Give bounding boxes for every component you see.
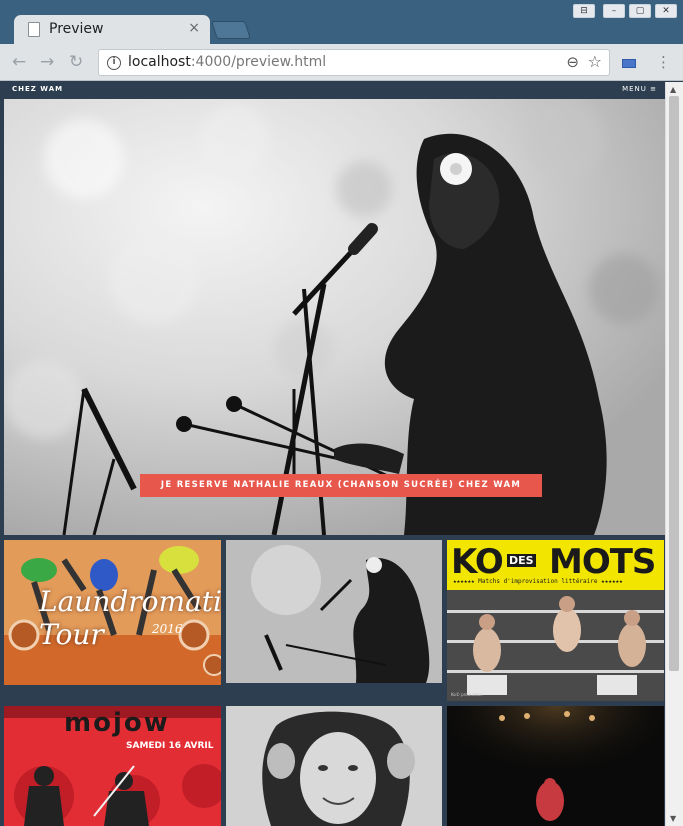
card-stage-image xyxy=(447,706,664,826)
page-scrollbar[interactable]: ▲ ▼ xyxy=(665,82,683,826)
new-tab-button[interactable] xyxy=(211,21,251,39)
card-mojow[interactable]: mojow SAMEDI 16 AVRIL xyxy=(4,706,221,826)
window-minimize-button[interactable]: – xyxy=(603,4,625,18)
window-maximize-button[interactable]: ▢ xyxy=(629,4,651,18)
card-year: 2016 xyxy=(152,622,183,636)
info-icon[interactable]: i xyxy=(107,56,121,70)
ko-logo-des: DES xyxy=(507,554,536,567)
card-nathalie-image xyxy=(226,540,442,683)
hero-photo xyxy=(4,99,665,535)
mojow-date: SAMEDI 16 AVRIL xyxy=(126,741,214,751)
mojow-logo: mojow xyxy=(64,708,170,738)
card-stage[interactable] xyxy=(447,706,664,826)
browser-toolbar: ← → ↻ i localhost:4000/preview.html ⊖ ☆ … xyxy=(0,44,683,81)
card-laundromatic[interactable]: Laundromatic Tour 2016 xyxy=(4,540,221,685)
ko-photo xyxy=(447,590,664,701)
browser-window: ⊟ – ▢ ✕ Preview × ← → ↻ i localhost:4000… xyxy=(0,0,683,826)
page-viewport: CHEZ WAM MENU ≡ JE RESERVE NATHALIE REAU… xyxy=(4,82,665,826)
scrollbar-thumb[interactable] xyxy=(669,96,679,671)
card-title: Laundromatic Tour xyxy=(39,585,221,651)
window-close-button[interactable]: ✕ xyxy=(655,4,677,18)
reserve-button[interactable]: JE RESERVE NATHALIE REAUX (CHANSON SUCRÉ… xyxy=(140,474,542,497)
ko-logo-mots: MOTS xyxy=(549,542,656,582)
window-restore-button[interactable]: ⊟ xyxy=(573,4,595,18)
scroll-up-icon[interactable]: ▲ xyxy=(670,85,676,94)
extension-icon[interactable] xyxy=(622,59,636,68)
scroll-down-icon[interactable]: ▼ xyxy=(670,814,676,823)
forward-button[interactable]: → xyxy=(40,52,54,72)
card-portrait-image xyxy=(226,706,442,826)
card-ko-des-mots[interactable]: KO DES MOTS ★★★★★★ Matchs d'improvisatio… xyxy=(447,540,664,701)
page-icon xyxy=(28,22,40,37)
card-portrait[interactable] xyxy=(226,706,442,826)
ko-logo: KO xyxy=(451,542,504,582)
tab-title: Preview xyxy=(49,21,104,37)
tab-preview[interactable]: Preview × xyxy=(14,15,210,44)
site-navbar: CHEZ WAM MENU ≡ xyxy=(4,82,665,99)
star-icon[interactable]: ☆ xyxy=(588,52,602,71)
back-button[interactable]: ← xyxy=(12,52,26,72)
kebab-icon[interactable]: ⋮ xyxy=(656,53,671,71)
hero-image: JE RESERVE NATHALIE REAUX (CHANSON SUCRÉ… xyxy=(4,99,665,535)
card-nathalie[interactable] xyxy=(226,540,442,683)
title-bar: ⊟ – ▢ ✕ Preview × xyxy=(0,0,683,44)
site-brand[interactable]: CHEZ WAM xyxy=(12,85,63,93)
url-text[interactable]: localhost:4000/preview.html xyxy=(128,54,326,70)
address-bar[interactable]: i localhost:4000/preview.html ⊖ ☆ xyxy=(98,49,610,76)
close-icon[interactable]: × xyxy=(188,20,200,36)
zoom-icon[interactable]: ⊖ xyxy=(566,53,579,71)
ko-credit: Ko© production xyxy=(451,692,483,697)
reload-button[interactable]: ↻ xyxy=(69,52,83,72)
ko-subtitle: ★★★★★★ Matchs d'improvisation littéraire… xyxy=(453,578,623,585)
hamburger-icon[interactable]: MENU ≡ xyxy=(622,85,657,93)
